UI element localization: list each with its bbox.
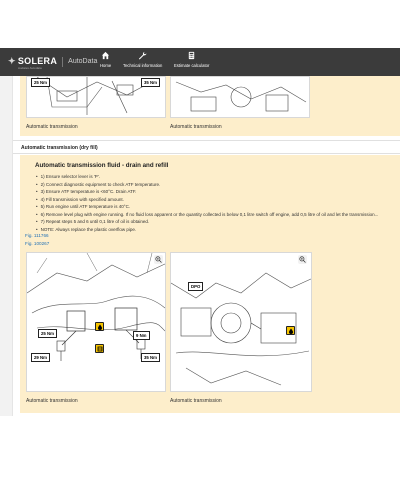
section-header: Automatic transmission (dry fill) [13, 140, 400, 154]
nav-estimate-calculator-label: Estimate calculator [174, 63, 210, 68]
procedure-step: 5) Run engine until ATF temperature is 4… [36, 203, 378, 211]
calculator-icon [188, 51, 195, 60]
procedure-steps: 1) Ensure selector lever is 'P'. 2) Conn… [36, 173, 379, 234]
oil-warning-icon [286, 326, 295, 335]
zoom-button[interactable] [298, 255, 307, 264]
top-navigation-bar: ✦ SOLERA Audatex Autodata AutoData Home T… [0, 48, 400, 76]
procedure-step: 1) Ensure selector lever is 'P'. [36, 173, 378, 181]
oil-warning-icon [95, 322, 104, 331]
procedure-note: NOTE: Always replace the plastic overflo… [36, 226, 378, 234]
nav-technical-information-label: Technical information [123, 63, 163, 68]
diagram-level-plug[interactable] [170, 252, 312, 392]
sidebar-strip [0, 76, 13, 416]
transmission-warning-icon [95, 344, 104, 353]
torque-badge: 9 Nm [133, 331, 150, 340]
figure-link[interactable]: Fig. 111766 [25, 233, 49, 238]
product-name: AutoData [68, 58, 98, 65]
procedure-step: 2) Connect diagnostic equipment to check… [36, 181, 378, 189]
procedure-step: 6) Remove level plug with engine running… [36, 211, 379, 219]
procedure-step: 3) Ensure ATF temperature is <60°C. Drai… [36, 188, 378, 196]
wrench-icon [139, 51, 147, 60]
solera-mark-icon: ✦ [8, 56, 16, 66]
figure-link[interactable]: Fig. 100267 [25, 241, 49, 246]
transmission-diagram-image [175, 81, 307, 112]
nav-home[interactable]: Home [100, 51, 111, 73]
brand-tagline: Audatex Autodata [18, 66, 42, 70]
torque-badge: 29 Nm [31, 353, 50, 362]
dpo-label: DPO [188, 282, 204, 291]
magnifier-plus-icon [155, 256, 162, 263]
figure-caption: Automatic transmission [26, 124, 78, 130]
procedure-step: 7) Repeat steps 5 and 6 until 0,1 litre … [36, 218, 378, 226]
magnifier-plus-icon [299, 256, 306, 263]
figure-caption: Automatic transmission [26, 398, 78, 404]
figure-caption: Automatic transmission [170, 398, 222, 404]
torque-badge: 35 Nm [141, 353, 160, 362]
brand[interactable]: ✦ SOLERA Audatex Autodata AutoData [8, 56, 98, 70]
section-header-label: Automatic transmission (dry fill) [21, 145, 98, 151]
brand-divider [62, 56, 64, 67]
torque-badge: 25 Nm [31, 78, 50, 87]
home-icon [101, 51, 110, 60]
figure-caption: Automatic transmission [170, 124, 222, 130]
transmission-diagram-image [171, 272, 311, 386]
procedure-title: Automatic transmission fluid - drain and… [35, 162, 169, 169]
torque-badge: 35 Nm [141, 78, 160, 87]
nav-home-label: Home [100, 63, 112, 68]
nav-technical-information[interactable]: Technical information [123, 51, 162, 73]
nav-estimate-calculator[interactable]: Estimate calculator [174, 51, 209, 73]
diagram-transmission-top-right [170, 76, 310, 118]
procedure-step: 4) Fill transmission with specified amou… [36, 196, 378, 204]
torque-badge: 25 Nm [38, 329, 57, 338]
zoom-button[interactable] [154, 255, 163, 264]
